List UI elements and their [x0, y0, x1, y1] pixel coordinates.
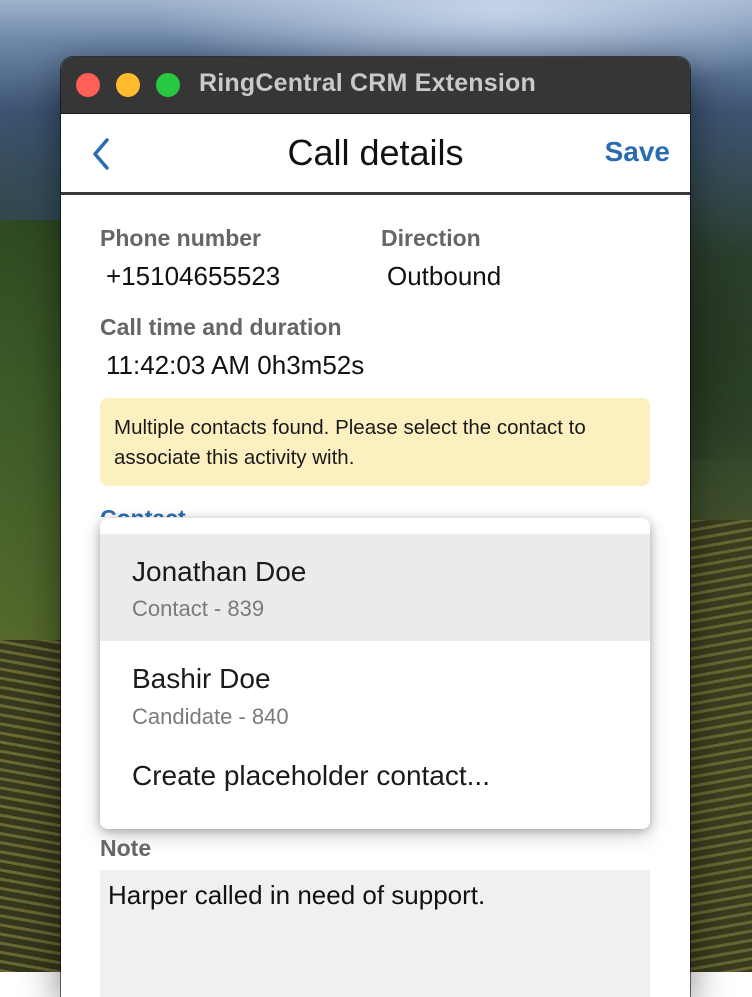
- phone-number-value: +15104655523: [106, 261, 281, 291]
- phone-number-label: Phone number: [100, 225, 262, 251]
- call-time-label: Call time and duration: [100, 314, 342, 340]
- contact-option-detail: Contact - 839: [132, 596, 265, 621]
- call-details-form: Phone number +15104655523 Direction Outb…: [61, 195, 690, 997]
- save-button[interactable]: Save: [605, 136, 670, 168]
- contact-option-name: Create placeholder contact...: [132, 760, 490, 791]
- contact-option-bashir-doe[interactable]: Bashir Doe Candidate - 840: [100, 641, 650, 744]
- contact-label: Contact: [100, 505, 186, 517]
- wallpaper-vineyard-left: [0, 640, 62, 972]
- page-title: Call details: [287, 132, 464, 173]
- window-close-button[interactable]: [76, 73, 100, 97]
- warning-text: Multiple contacts found. Please select t…: [114, 416, 586, 469]
- window-maximize-button[interactable]: [156, 73, 180, 97]
- app-window: RingCentral CRM Extension Call details S…: [61, 57, 690, 997]
- wallpaper-trees: [0, 220, 62, 640]
- window-minimize-button[interactable]: [116, 73, 140, 97]
- multiple-contacts-warning: Multiple contacts found. Please select t…: [100, 398, 650, 486]
- contact-option-jonathan-doe[interactable]: Jonathan Doe Contact - 839: [100, 534, 650, 641]
- direction-value: Outbound: [387, 261, 502, 291]
- contact-dropdown-menu: Jonathan Doe Contact - 839 Bashir Doe Ca…: [100, 518, 650, 829]
- contact-option-detail: Candidate - 840: [132, 704, 289, 729]
- contact-option-name: Jonathan Doe: [132, 556, 307, 587]
- direction-label: Direction: [381, 225, 481, 251]
- note-textarea[interactable]: Harper called in need of support.: [100, 870, 650, 997]
- page-header: Call details Save: [61, 114, 690, 195]
- window-title: RingCentral CRM Extension: [199, 69, 536, 97]
- wallpaper-vineyard-right: [690, 520, 752, 972]
- note-label: Note: [100, 835, 152, 861]
- call-time-value: 11:42:03 AM 0h3m52s: [106, 350, 365, 380]
- create-placeholder-contact-option[interactable]: Create placeholder contact...: [100, 744, 650, 814]
- contact-option-name: Bashir Doe: [132, 663, 271, 694]
- window-titlebar[interactable]: RingCentral CRM Extension: [61, 57, 690, 114]
